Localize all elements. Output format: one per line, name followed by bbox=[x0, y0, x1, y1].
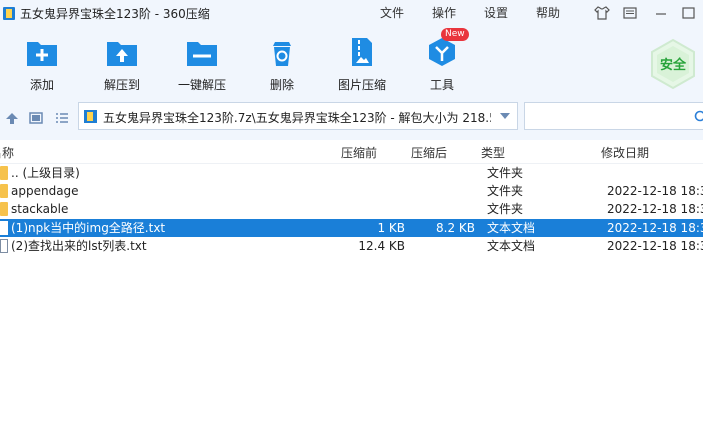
extract-to-label: 解压到 bbox=[103, 78, 140, 92]
archive-icon bbox=[3, 7, 15, 20]
window-title: 五女鬼异界宝珠全123阶 - 360压缩 bbox=[20, 7, 210, 21]
file-name: stackable bbox=[11, 202, 69, 216]
file-date: 2022-12-18 18:30 bbox=[607, 221, 703, 235]
file-type: 文件夹 bbox=[487, 166, 524, 180]
file-name: appendage bbox=[11, 184, 79, 198]
column-compressed-after[interactable]: 压缩后 bbox=[411, 144, 447, 161]
extract-to-icon bbox=[107, 42, 137, 66]
one-click-extract-label: 一键解压 bbox=[177, 78, 226, 92]
file-type: 文本文档 bbox=[487, 239, 536, 253]
file-size-before: 1 KB bbox=[377, 221, 405, 235]
column-header: 名称 压缩前 压缩后 类型 修改日期 bbox=[0, 140, 703, 164]
safe-label: 安全 bbox=[659, 58, 686, 73]
extract-to-button[interactable]: 解压到 bbox=[82, 32, 162, 94]
tools-label: 工具 bbox=[429, 78, 454, 92]
text-file-icon bbox=[0, 239, 8, 253]
maximize-icon[interactable] bbox=[679, 4, 697, 22]
column-type[interactable]: 类型 bbox=[481, 144, 505, 161]
menu-settings[interactable]: 设置 bbox=[484, 4, 508, 21]
list-item[interactable]: (2)查找出来的lst列表.txt 12.4 KB 文本文档 2022-12-1… bbox=[0, 237, 703, 255]
text-file-icon bbox=[0, 221, 8, 235]
column-name[interactable]: 名称 bbox=[0, 144, 14, 161]
add-button[interactable]: 添加 bbox=[2, 32, 82, 94]
list-item[interactable]: stackable 文件夹 2022-12-18 18:30 bbox=[0, 200, 703, 218]
folder-icon bbox=[0, 202, 8, 216]
thumbnail-view-icon[interactable] bbox=[28, 110, 44, 126]
file-name: (2)查找出来的lst列表.txt bbox=[11, 239, 147, 253]
skin-icon[interactable] bbox=[593, 4, 611, 22]
app-window: 五女鬼异界宝珠全123阶 - 360压缩 文件 操作 设置 帮助 添加 解压到 … bbox=[0, 0, 703, 429]
file-type: 文本文档 bbox=[487, 221, 536, 235]
address-path: 五女鬼异界宝珠全123阶.7z\五女鬼异界宝珠全123阶 - 解包大小为 218… bbox=[103, 111, 491, 125]
file-type: 文件夹 bbox=[487, 184, 524, 198]
address-row: 五女鬼异界宝珠全123阶.7z\五女鬼异界宝珠全123阶 - 解包大小为 218… bbox=[0, 96, 703, 140]
toolbar: 添加 解压到 一键解压 删除 图片压缩 工具 New bbox=[0, 28, 703, 96]
file-date: 2022-12-18 18:30 bbox=[607, 239, 703, 253]
archive-icon bbox=[84, 110, 97, 123]
delete-icon bbox=[273, 42, 291, 66]
minimize-icon[interactable] bbox=[652, 4, 670, 22]
search-input[interactable] bbox=[524, 102, 703, 130]
image-compress-icon bbox=[352, 38, 372, 66]
address-dropdown-icon[interactable] bbox=[500, 113, 510, 119]
file-list: .. (上级目录) 文件夹 appendage 文件夹 2022-12-18 1… bbox=[0, 164, 703, 429]
list-item[interactable]: .. (上级目录) 文件夹 bbox=[0, 164, 703, 182]
delete-button[interactable]: 删除 bbox=[242, 32, 322, 94]
message-icon[interactable] bbox=[621, 4, 639, 22]
search-icon[interactable] bbox=[693, 109, 703, 125]
new-badge: New bbox=[441, 28, 469, 41]
folder-icon bbox=[0, 166, 8, 180]
address-bar[interactable]: 五女鬼异界宝珠全123阶.7z\五女鬼异界宝珠全123阶 - 解包大小为 218… bbox=[78, 102, 518, 130]
menu-file[interactable]: 文件 bbox=[380, 4, 404, 21]
list-item-selected[interactable]: (1)npk当中的img全路径.txt 1 KB 8.2 KB 文本文档 202… bbox=[0, 219, 703, 237]
file-date: 2022-12-18 18:30 bbox=[607, 184, 703, 198]
column-compressed-before[interactable]: 压缩前 bbox=[341, 144, 377, 161]
title-bar: 五女鬼异界宝珠全123阶 - 360压缩 文件 操作 设置 帮助 bbox=[0, 0, 703, 28]
image-compress-button[interactable]: 图片压缩 bbox=[322, 32, 402, 94]
menu-help[interactable]: 帮助 bbox=[536, 4, 560, 21]
file-type: 文件夹 bbox=[487, 202, 524, 216]
list-view-icon[interactable] bbox=[54, 110, 70, 126]
add-label: 添加 bbox=[29, 78, 54, 92]
file-size-before: 12.4 KB bbox=[358, 239, 405, 253]
up-arrow-icon[interactable] bbox=[4, 110, 20, 126]
column-modified[interactable]: 修改日期 bbox=[601, 144, 649, 161]
one-click-extract-button[interactable]: 一键解压 bbox=[162, 32, 242, 94]
list-item[interactable]: appendage 文件夹 2022-12-18 18:30 bbox=[0, 182, 703, 200]
add-icon bbox=[27, 42, 57, 66]
file-date: 2022-12-18 18:30 bbox=[607, 202, 703, 216]
folder-icon bbox=[0, 184, 8, 198]
file-name: .. (上级目录) bbox=[11, 166, 80, 180]
delete-label: 删除 bbox=[269, 78, 294, 92]
menu-operate[interactable]: 操作 bbox=[432, 4, 456, 21]
file-name: (1)npk当中的img全路径.txt bbox=[11, 221, 166, 235]
image-compress-label: 图片压缩 bbox=[337, 78, 386, 92]
one-click-extract-icon bbox=[187, 42, 217, 66]
tools-button[interactable]: 工具 bbox=[402, 32, 482, 94]
file-size-after: 8.2 KB bbox=[436, 221, 475, 235]
